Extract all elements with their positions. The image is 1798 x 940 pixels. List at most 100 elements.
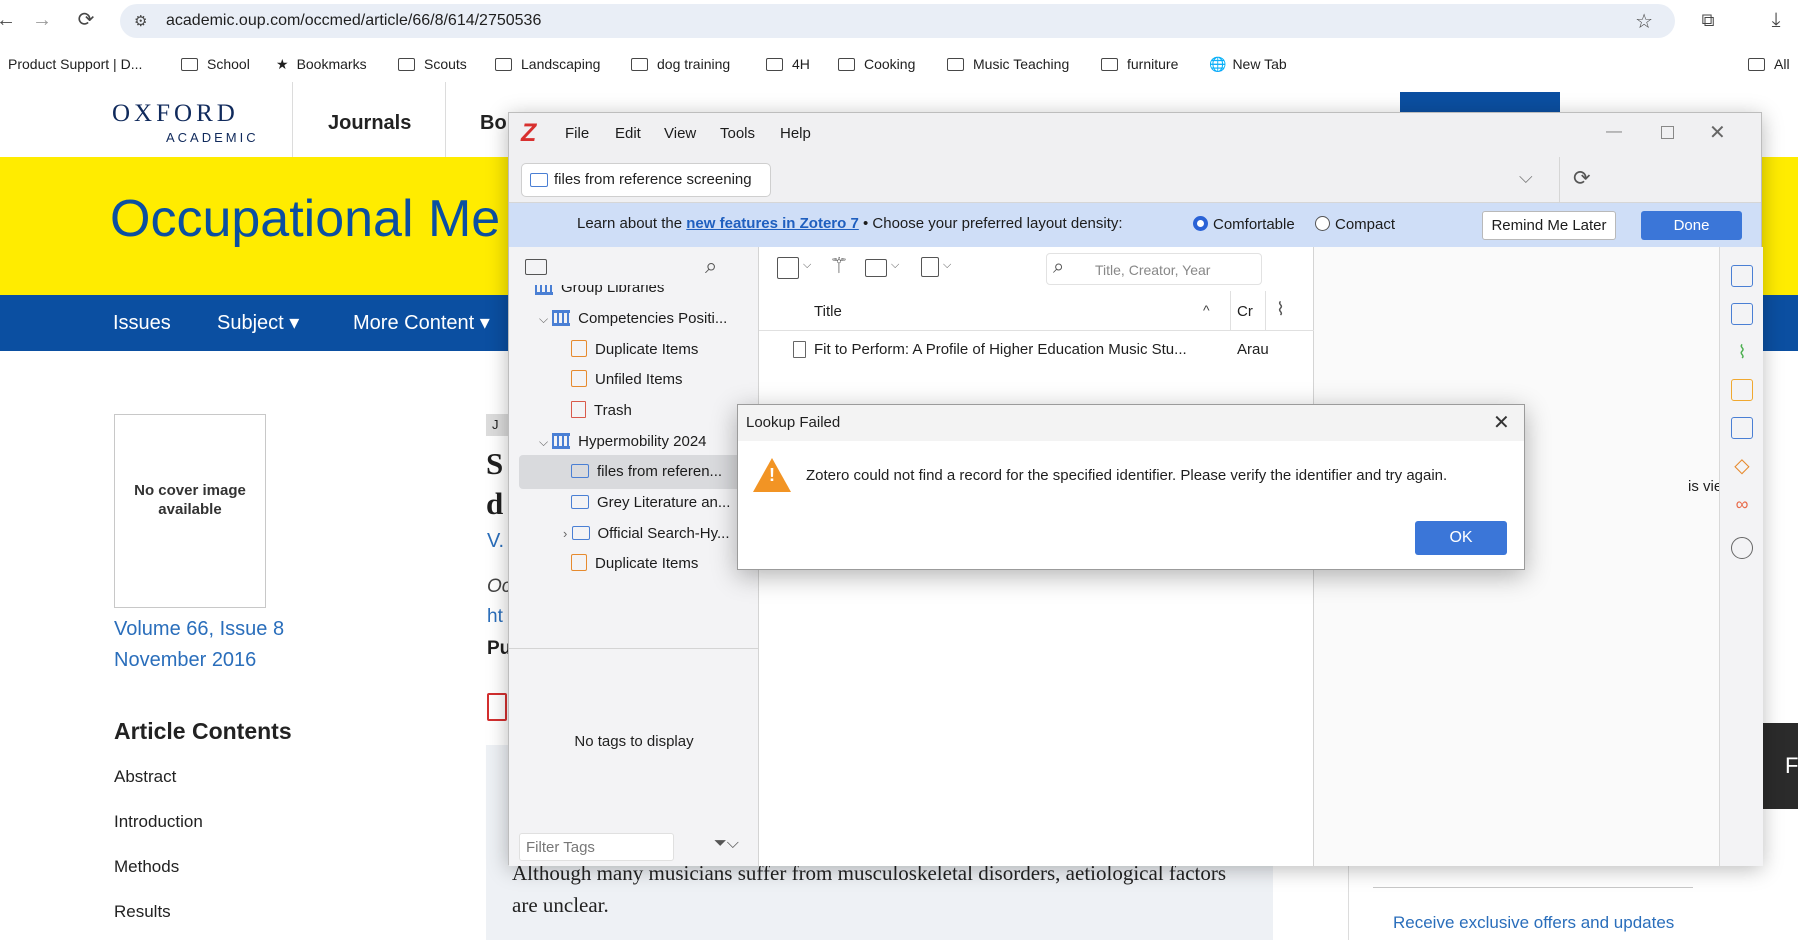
- bookmark-product-support[interactable]: Product Support | D...: [0, 54, 142, 74]
- close-icon[interactable]: ✕: [1709, 120, 1726, 145]
- abstract-section-icon[interactable]: [1731, 303, 1753, 325]
- bookmark-folder-dog-training[interactable]: dog training: [631, 54, 730, 74]
- chevron-right-icon: ›: [563, 526, 568, 541]
- title-column-header[interactable]: Title: [814, 303, 842, 320]
- collection-duplicate-items[interactable]: Duplicate Items: [509, 333, 759, 367]
- close-icon[interactable]: ✕: [1493, 410, 1510, 435]
- collection-files-from-reference[interactable]: files from referen...: [519, 455, 754, 489]
- volume-link[interactable]: Volume 66, Issue 8: [114, 618, 284, 641]
- bookmark-folder-furniture[interactable]: furniture: [1101, 54, 1178, 74]
- nav-issues[interactable]: Issues: [113, 295, 171, 351]
- creator-column-header[interactable]: Cr: [1237, 303, 1253, 320]
- bookmark-folder-landscaping[interactable]: Landscaping: [495, 54, 600, 74]
- article-title-partial: S: [486, 446, 504, 481]
- column-divider[interactable]: [1230, 291, 1231, 331]
- chevron-down-icon[interactable]: ⌵: [891, 259, 899, 272]
- unfiled-icon: [571, 370, 587, 387]
- done-button[interactable]: Done: [1641, 211, 1742, 240]
- doi-link-partial[interactable]: ht: [487, 606, 503, 628]
- new-features-link[interactable]: new features in Zotero 7: [686, 215, 859, 232]
- compact-radio[interactable]: Compact: [1315, 216, 1395, 233]
- download-icon[interactable]: ⤓: [1764, 8, 1788, 32]
- sync-icon[interactable]: ⟳: [1573, 166, 1591, 191]
- items-search-input[interactable]: ⌕ Title, Creator, Year: [1046, 253, 1262, 285]
- journal-title[interactable]: Occupational Me: [110, 189, 500, 249]
- issue-date-link[interactable]: November 2016: [114, 649, 256, 672]
- item-row[interactable]: Fit to Perform: A Profile of Higher Educ…: [759, 333, 1314, 367]
- remind-later-button[interactable]: Remind Me Later: [1482, 211, 1616, 240]
- nav-more-content[interactable]: More Content ▾: [353, 295, 490, 351]
- info-section-icon[interactable]: [1731, 265, 1753, 287]
- tags-section-icon[interactable]: ◇: [1731, 455, 1753, 477]
- journals-link[interactable]: Journals: [328, 112, 411, 135]
- tag-filter-icon[interactable]: ⏷⌵: [714, 835, 739, 853]
- header-divider: [445, 82, 446, 158]
- bookmark-folder-cooking[interactable]: Cooking: [838, 54, 915, 74]
- bookmark-folder-4h[interactable]: 4H: [766, 54, 810, 74]
- menu-help[interactable]: Help: [780, 125, 811, 142]
- collection-duplicate-items-2[interactable]: Duplicate Items: [509, 547, 759, 581]
- address-bar[interactable]: ⚙ academic.oup.com/occmed/article/66/8/6…: [120, 4, 1675, 38]
- related-section-icon[interactable]: ∞: [1731, 493, 1753, 515]
- nav-subject[interactable]: Subject ▾: [217, 295, 299, 351]
- filter-tags-input[interactable]: Filter Tags: [519, 833, 674, 861]
- add-attachment-icon[interactable]: [865, 259, 887, 277]
- tabs-dropdown-icon[interactable]: ⌵: [1519, 167, 1533, 188]
- author-link-partial[interactable]: V.: [487, 530, 504, 553]
- chevron-down-icon[interactable]: ⌵: [943, 259, 951, 272]
- paperclip-icon[interactable]: ⌇: [1276, 299, 1285, 320]
- bookmark-folder-music-teaching[interactable]: Music Teaching: [947, 54, 1069, 74]
- libraries-collections-icon[interactable]: [1731, 417, 1753, 439]
- collection-trash[interactable]: Trash: [509, 394, 759, 428]
- maximize-icon[interactable]: [1661, 126, 1674, 139]
- locate-icon[interactable]: [1731, 537, 1753, 559]
- search-icon[interactable]: ⌕: [705, 253, 717, 279]
- toc-introduction[interactable]: Introduction: [114, 812, 203, 832]
- attachments-section-icon[interactable]: ⌇: [1731, 341, 1753, 363]
- bookmark-folder-scouts[interactable]: Scouts: [398, 54, 467, 74]
- collection-grey-literature[interactable]: Grey Literature an...: [509, 486, 759, 520]
- back-arrow-icon[interactable]: ←: [0, 8, 18, 32]
- notes-section-icon[interactable]: [1731, 379, 1753, 401]
- extensions-icon[interactable]: ⧉: [1696, 8, 1720, 32]
- new-note-icon[interactable]: [921, 257, 939, 277]
- sort-ascending-icon[interactable]: ^: [1203, 302, 1210, 318]
- bookmark-new-tab[interactable]: 🌐 New Tab: [1209, 54, 1287, 74]
- collection-official-search[interactable]: › Official Search-Hy...: [509, 517, 759, 551]
- menu-tools[interactable]: Tools: [720, 125, 755, 142]
- reload-icon[interactable]: ⟳: [74, 8, 98, 32]
- document-icon: [793, 341, 806, 358]
- offers-link[interactable]: Receive exclusive offers and updates: [1393, 913, 1674, 933]
- collection-unfiled-items[interactable]: Unfiled Items: [509, 363, 759, 397]
- site-info-icon[interactable]: ⚙: [134, 12, 147, 30]
- ok-button[interactable]: OK: [1415, 521, 1507, 555]
- comfortable-radio[interactable]: Comfortable: [1193, 216, 1295, 233]
- collection-hypermobility[interactable]: ⌵ Hypermobility 2024: [509, 425, 759, 459]
- bookmark-folder-bookmarks[interactable]: ★ Bookmarks: [276, 54, 367, 74]
- oxford-logo[interactable]: OXFORD: [112, 100, 239, 128]
- pdf-icon[interactable]: [487, 693, 507, 721]
- new-collection-icon[interactable]: [525, 259, 547, 275]
- new-item-icon[interactable]: [777, 257, 799, 279]
- minimize-icon[interactable]: —: [1606, 123, 1622, 141]
- bookmark-folder-school[interactable]: School: [181, 54, 250, 74]
- bookmark-star-icon[interactable]: ☆: [1635, 9, 1653, 34]
- trash-icon: [571, 401, 586, 418]
- menu-file[interactable]: File: [565, 125, 589, 142]
- toc-abstract[interactable]: Abstract: [114, 767, 176, 787]
- magic-wand-icon[interactable]: ⚚: [829, 253, 849, 279]
- books-link[interactable]: Bo: [480, 112, 507, 135]
- sidebar-divider: [1348, 864, 1349, 940]
- library-tab[interactable]: files from reference screening: [521, 163, 771, 197]
- chevron-down-icon[interactable]: ⌵: [803, 259, 811, 272]
- menu-view[interactable]: View: [664, 125, 696, 142]
- all-bookmarks-folder[interactable]: All: [1748, 54, 1790, 74]
- menu-edit[interactable]: Edit: [615, 125, 641, 142]
- toc-methods[interactable]: Methods: [114, 857, 179, 877]
- pane-splitter[interactable]: [509, 648, 759, 649]
- column-divider[interactable]: [1265, 291, 1266, 331]
- collection-competencies[interactable]: ⌵ Competencies Positi...: [509, 302, 759, 336]
- forward-arrow-icon[interactable]: →: [30, 8, 54, 32]
- cover-placeholder: No cover image available: [114, 414, 266, 608]
- toc-results[interactable]: Results: [114, 902, 171, 922]
